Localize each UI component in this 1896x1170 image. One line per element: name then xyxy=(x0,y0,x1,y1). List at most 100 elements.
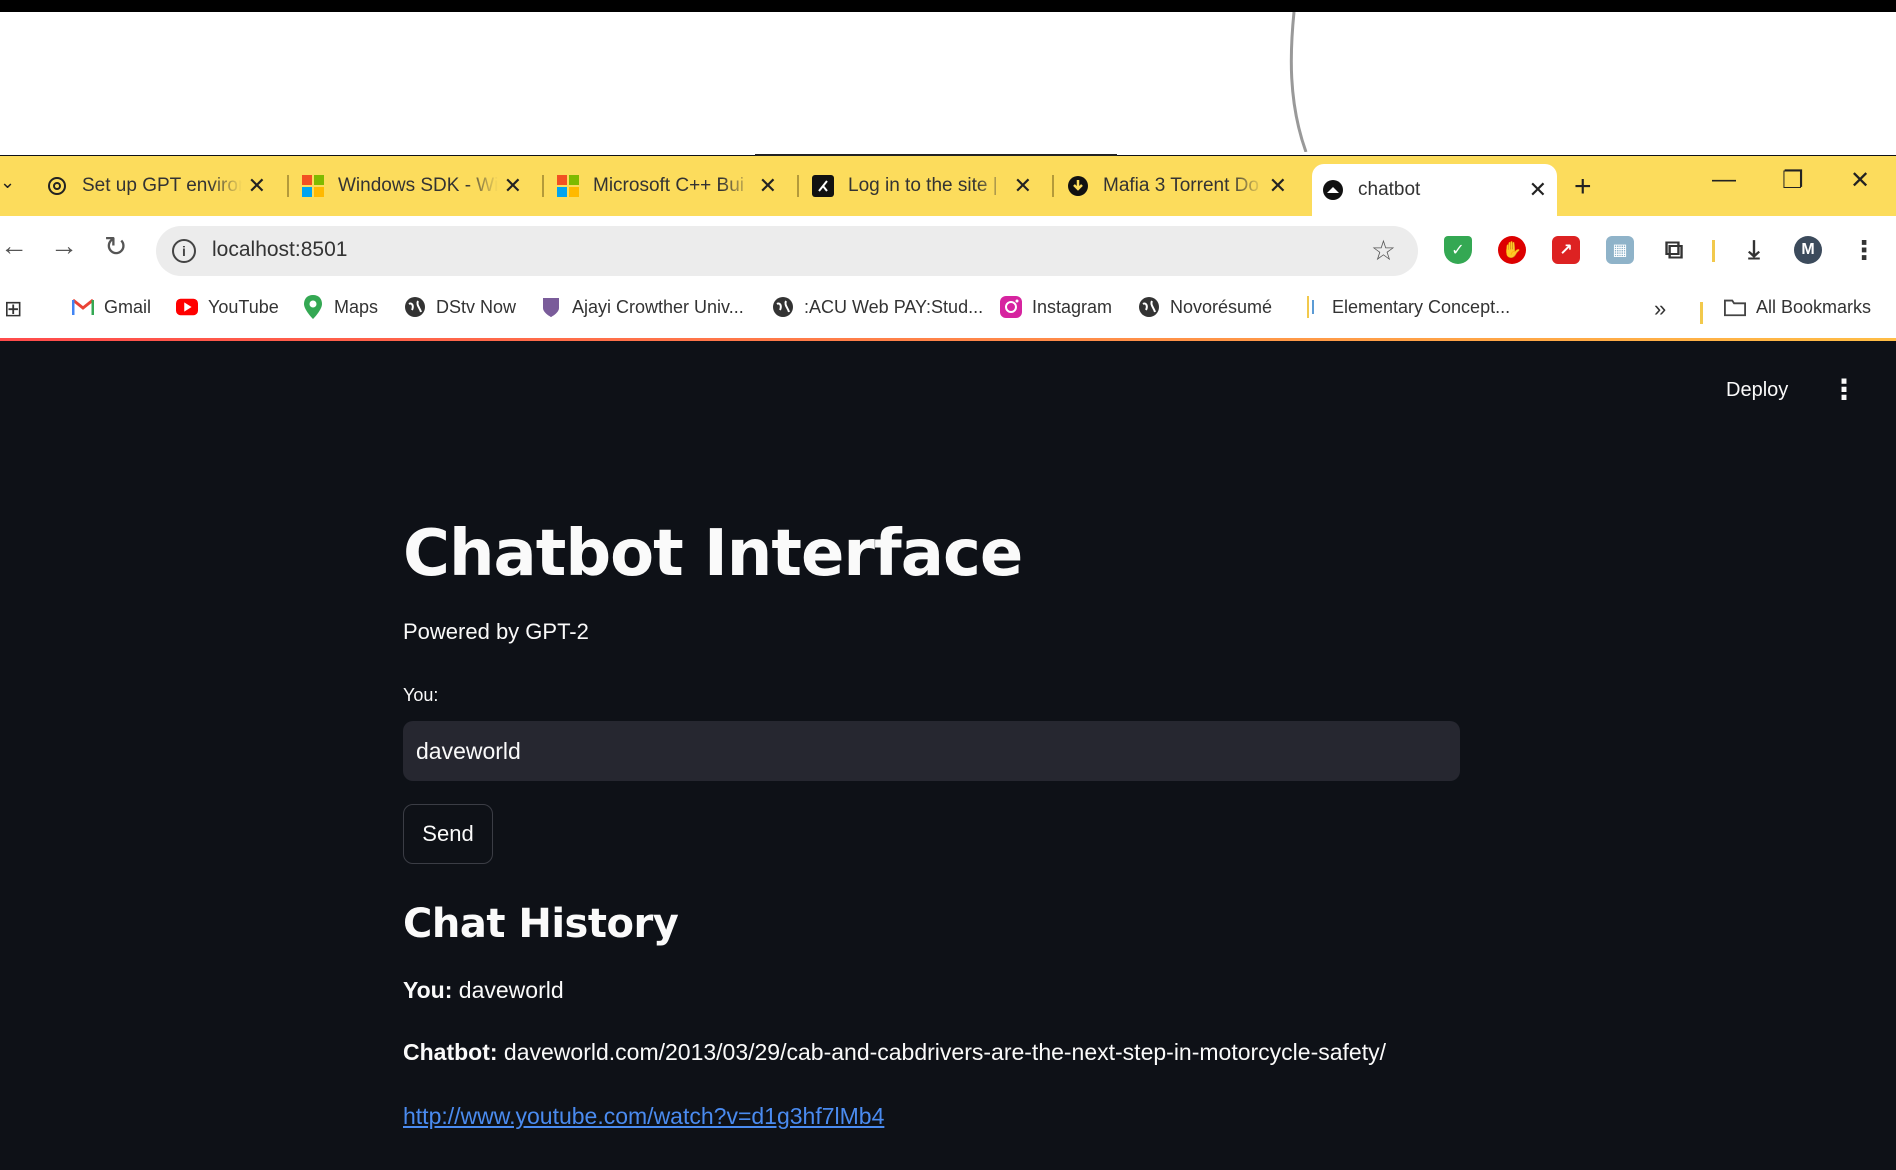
address-bar[interactable]: i localhost:8501 ☆ xyxy=(156,226,1418,276)
forward-icon[interactable]: → xyxy=(50,230,78,262)
bookmark-label: DStv Now xyxy=(436,296,517,317)
tab-set-up-gpt[interactable]: Set up GPT environ ✕ xyxy=(36,164,276,208)
tab-separator xyxy=(797,175,799,197)
university-icon xyxy=(540,296,562,318)
bookmarks-separator xyxy=(1700,302,1703,324)
close-icon[interactable]: ✕ xyxy=(759,173,777,199)
extensions-puzzle-icon[interactable]: ⧉ xyxy=(1660,234,1688,264)
new-tab-button[interactable]: + xyxy=(1574,170,1592,204)
adblock-extension-icon[interactable]: ✋ xyxy=(1498,236,1526,264)
microsoft-icon xyxy=(302,175,324,197)
browser-toolbar: ← → ↻ i localhost:8501 ☆ ✓ ✋ ↗ ▦ ⧉ ⤓ M ⋮ xyxy=(0,216,1896,284)
minimize-icon[interactable]: — xyxy=(1712,166,1736,194)
close-icon[interactable]: ✕ xyxy=(1014,173,1032,199)
tab-chatbot[interactable]: chatbot ✕ xyxy=(1312,164,1557,216)
tab-search-chevron-icon[interactable]: ⌄ xyxy=(0,172,15,193)
deploy-button[interactable]: Deploy xyxy=(1726,379,1788,402)
bookmark-label: Gmail xyxy=(104,296,152,317)
gmail-icon xyxy=(72,296,94,318)
youtube-link[interactable]: http://www.youtube.com/watch?v=d1g3hf7lM… xyxy=(403,1103,884,1130)
bookmark-label: :ACU Web PAY:Stud... xyxy=(804,296,984,317)
bookmark-maps[interactable]: Maps xyxy=(302,295,379,319)
send-button[interactable]: Send xyxy=(403,804,493,864)
info-icon[interactable]: i xyxy=(172,239,196,263)
bookmark-gmail[interactable]: Gmail xyxy=(72,296,151,318)
streamlit-app: Deploy ⋮ Chatbot Interface Powered by GP… xyxy=(0,341,1896,1170)
streamlit-icon xyxy=(1322,179,1344,201)
window-close-icon[interactable]: ✕ xyxy=(1850,166,1870,195)
bookmark-icon xyxy=(1300,296,1322,318)
downloads-icon[interactable]: ⤓ xyxy=(1740,234,1768,264)
bookmark-label: Novorésumé xyxy=(1170,296,1273,317)
openai-icon xyxy=(46,175,68,197)
tab-title: Mafia 3 Torrent Do xyxy=(1103,175,1259,196)
bookmark-youtube[interactable]: YouTube xyxy=(176,296,279,318)
tab-log-in[interactable]: Log in to the site | ✕ xyxy=(802,164,1042,208)
pen-stroke-icon xyxy=(1289,12,1308,152)
subtitle: Powered by GPT-2 xyxy=(403,619,589,644)
bookmark-acu-web-pay[interactable]: :ACU Web PAY:Stud... xyxy=(772,296,983,318)
bookmark-label: Maps xyxy=(334,296,379,317)
more-bookmarks-icon[interactable]: » xyxy=(1654,296,1666,322)
bookmark-ajayi-crowther[interactable]: Ajayi Crowther Univ... xyxy=(540,296,744,318)
close-icon[interactable]: ✕ xyxy=(1529,177,1547,203)
tab-title: Set up GPT environ xyxy=(82,175,242,196)
tab-title: Microsoft C++ Bui xyxy=(593,175,744,196)
bookmark-label: All Bookmarks xyxy=(1756,296,1872,317)
globe-icon xyxy=(772,296,794,318)
bookmark-dstv[interactable]: DStv Now xyxy=(404,296,516,318)
bookmark-elementary-concepts[interactable]: Elementary Concept... xyxy=(1300,296,1510,318)
screenshot-extension-icon[interactable]: ▦ xyxy=(1606,236,1634,264)
close-icon[interactable]: ✕ xyxy=(1269,173,1287,199)
bookmark-label: Ajayi Crowther Univ... xyxy=(572,296,744,317)
desktop-area xyxy=(0,12,1896,155)
chat-message-user: You: daveworld xyxy=(403,977,564,1004)
download-icon xyxy=(1067,175,1089,197)
folder-icon xyxy=(1724,296,1746,318)
screen-top-bar xyxy=(0,0,1896,12)
browser-menu-icon[interactable]: ⋮ xyxy=(1850,235,1878,265)
page-title: Chatbot Interface xyxy=(403,517,1023,591)
app-menu-icon[interactable]: ⋮ xyxy=(1830,373,1858,406)
bookmark-label: Instagram xyxy=(1032,296,1113,317)
message-text: daveworld xyxy=(458,977,564,1003)
tab-microsoft-cpp[interactable]: Microsoft C++ Bui ✕ xyxy=(547,164,787,208)
close-icon[interactable]: ✕ xyxy=(248,173,266,199)
chat-input[interactable] xyxy=(403,721,1460,781)
microsoft-icon xyxy=(557,175,579,197)
url-text[interactable]: localhost:8501 xyxy=(212,238,347,262)
back-icon[interactable]: ← xyxy=(0,230,28,262)
close-icon[interactable]: ✕ xyxy=(504,173,522,199)
toolbar-separator xyxy=(1712,240,1715,262)
bookmark-star-icon[interactable]: ☆ xyxy=(1371,234,1396,267)
message-speaker: Chatbot: xyxy=(403,1039,498,1065)
chat-message-bot: Chatbot: daveworld.com/2013/03/29/cab-an… xyxy=(403,1039,1386,1066)
acrobat-extension-icon[interactable]: ↗ xyxy=(1552,236,1580,264)
bookmark-label: Elementary Concept... xyxy=(1332,296,1511,317)
shield-extension-icon[interactable]: ✓ xyxy=(1444,236,1472,264)
profile-avatar[interactable]: M xyxy=(1794,236,1822,264)
input-label: You: xyxy=(403,685,439,705)
tab-separator xyxy=(287,175,289,197)
apps-grid-icon[interactable]: ⊞ xyxy=(4,296,22,322)
globe-icon xyxy=(1138,296,1160,318)
kick-icon xyxy=(812,175,834,197)
bookmark-novoresume[interactable]: Novorésumé xyxy=(1138,296,1272,318)
bookmark-instagram[interactable]: Instagram xyxy=(1000,296,1112,318)
message-speaker: You: xyxy=(403,977,453,1003)
bookmark-label: YouTube xyxy=(208,296,279,317)
maps-icon xyxy=(302,295,324,319)
reload-icon[interactable]: ↻ xyxy=(104,230,127,263)
tab-title: Log in to the site | xyxy=(848,175,998,196)
all-bookmarks-button[interactable]: All Bookmarks xyxy=(1724,296,1871,318)
globe-icon xyxy=(404,296,426,318)
tab-title: chatbot xyxy=(1358,179,1421,200)
tab-title: Windows SDK - Wi xyxy=(338,175,498,196)
tab-separator xyxy=(542,175,544,197)
restore-icon[interactable]: ❐ xyxy=(1782,166,1804,195)
tab-separator xyxy=(1052,175,1054,197)
tab-mafia-3[interactable]: Mafia 3 Torrent Do ✕ xyxy=(1057,164,1297,208)
chat-history-heading: Chat History xyxy=(403,901,679,947)
tab-windows-sdk[interactable]: Windows SDK - Wi ✕ xyxy=(292,164,532,208)
youtube-icon xyxy=(176,296,198,318)
